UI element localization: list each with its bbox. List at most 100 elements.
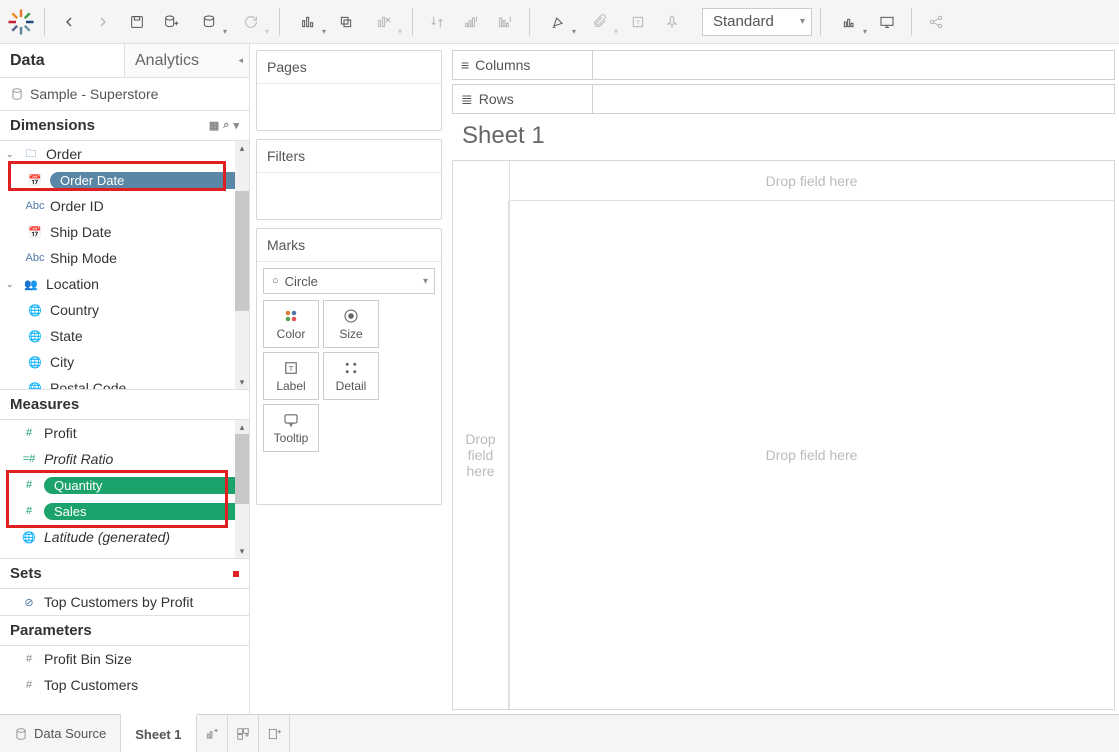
dimensions-list: ⌄🗀Order 📅Order Date AbcOrder ID 📅Ship Da… [0, 141, 249, 389]
field-ship-date[interactable]: 📅Ship Date [0, 219, 249, 245]
field-sales[interactable]: #Sales [0, 498, 249, 524]
field-profit[interactable]: #Profit [0, 420, 249, 446]
new-worksheet-tab[interactable] [197, 715, 228, 752]
filters-card[interactable]: Filters [256, 139, 442, 220]
datasource-label: Sample - Superstore [30, 86, 158, 102]
group-label: Order [46, 146, 82, 162]
field-latitude[interactable]: 🌐Latitude (generated) [0, 524, 249, 550]
field-postal-code[interactable]: 🌐Postal Code [0, 375, 249, 389]
field-label: Top Customers [44, 677, 138, 693]
new-dashboard-tab[interactable] [228, 715, 259, 752]
field-ship-mode[interactable]: AbcShip Mode [0, 245, 249, 271]
mark-tooltip-button[interactable]: Tooltip [263, 404, 319, 452]
pin-button[interactable] [656, 6, 688, 38]
rows-shelf[interactable]: ≣Rows [452, 84, 1115, 114]
rows-icon: ≣ [461, 91, 473, 108]
mark-color-button[interactable]: Color [263, 300, 319, 348]
highlight-button[interactable] [538, 6, 578, 38]
group-label: Location [46, 276, 99, 292]
field-profit-bin-param[interactable]: #Profit Bin Size [0, 646, 249, 672]
field-top-customers-set[interactable]: ⊘Top Customers by Profit [0, 589, 249, 615]
sheet-title[interactable]: Sheet 1 [452, 114, 1119, 160]
drop-rows-hint[interactable]: Drop field here [453, 201, 509, 709]
drop-columns-hint[interactable]: Drop field here [509, 161, 1114, 201]
sets-header: Sets [0, 558, 249, 589]
view-pane: ≡Columns ≣Rows Sheet 1 Drop field here D… [448, 44, 1119, 714]
refresh-button[interactable] [231, 6, 271, 38]
field-city[interactable]: 🌐City [0, 349, 249, 375]
view-icon[interactable]: ▦ [209, 119, 219, 132]
tab-data-label: Data [10, 52, 45, 70]
viz-canvas[interactable]: Drop field here Drop field here Drop fie… [452, 160, 1115, 710]
new-sheet-icon [205, 727, 219, 741]
dim-scrollbar[interactable]: ▴▾ [235, 141, 249, 389]
color-icon [282, 307, 300, 325]
field-label: Country [50, 302, 99, 318]
field-order-date[interactable]: 📅Order Date [0, 167, 249, 193]
tab-analytics[interactable]: Analytics◂ [124, 44, 249, 77]
new-datasource-button[interactable] [155, 6, 187, 38]
fit-selector[interactable]: Standard [702, 8, 812, 36]
datasource-item[interactable]: Sample - Superstore [0, 78, 249, 110]
new-story-icon [267, 727, 281, 741]
columns-drop-zone[interactable] [593, 51, 1114, 79]
globe-icon: 🌐 [26, 304, 44, 317]
scroll-down-icon[interactable]: ▾ [235, 375, 249, 389]
attach-button[interactable] [580, 6, 620, 38]
mark-btn-label: Detail [336, 379, 367, 393]
tab-data[interactable]: Data [0, 44, 124, 77]
tab-label: Sheet 1 [135, 727, 181, 742]
rows-drop-zone[interactable] [593, 85, 1114, 113]
forward-button[interactable] [87, 6, 119, 38]
save-button[interactable] [121, 6, 153, 38]
presentation-button[interactable] [871, 6, 903, 38]
labels-button[interactable]: T [622, 6, 654, 38]
mark-btn-label: Tooltip [274, 431, 309, 445]
field-label: Top Customers by Profit [44, 594, 193, 610]
mark-label-button[interactable]: TLabel [263, 352, 319, 400]
mark-detail-button[interactable]: Detail [323, 352, 379, 400]
red-marker-icon [233, 571, 239, 577]
field-label: Profit [44, 425, 77, 441]
scroll-thumb[interactable] [235, 434, 249, 504]
svg-text:T: T [289, 364, 294, 373]
menu-caret-icon[interactable]: ▾ [233, 119, 239, 132]
swap-button[interactable] [421, 6, 453, 38]
back-button[interactable] [53, 6, 85, 38]
number-icon: # [20, 479, 38, 491]
group-location[interactable]: ⌄👥Location [0, 271, 249, 297]
scroll-up-icon[interactable]: ▴ [235, 141, 249, 155]
show-me-button[interactable] [829, 6, 869, 38]
mark-size-button[interactable]: Size [323, 300, 379, 348]
field-label: City [50, 354, 74, 370]
scroll-thumb[interactable] [235, 191, 249, 311]
pages-card[interactable]: Pages [256, 50, 442, 131]
columns-shelf[interactable]: ≡Columns [452, 50, 1115, 80]
scroll-up-icon[interactable]: ▴ [235, 420, 249, 434]
field-quantity[interactable]: #Quantity [0, 472, 249, 498]
field-top-customers-param[interactable]: #Top Customers [0, 672, 249, 698]
autosave-button[interactable] [189, 6, 229, 38]
duplicate-sheet-button[interactable] [330, 6, 362, 38]
text-icon: Abc [26, 200, 44, 212]
group-order[interactable]: ⌄🗀Order [0, 141, 249, 167]
new-story-tab[interactable] [259, 715, 290, 752]
field-state[interactable]: 🌐State [0, 323, 249, 349]
field-country[interactable]: 🌐 Country [0, 297, 249, 323]
mark-type-selector[interactable]: Circle [263, 268, 435, 294]
sort-asc-button[interactable] [455, 6, 487, 38]
tab-sheet1[interactable]: Sheet 1 [121, 714, 196, 752]
sort-desc-button[interactable] [489, 6, 521, 38]
mea-scrollbar[interactable]: ▴▾ [235, 420, 249, 558]
clear-sheet-button[interactable] [364, 6, 404, 38]
measures-list: #Profit =#Profit Ratio #Quantity #Sales … [0, 420, 249, 558]
search-icon[interactable]: ⌕ [223, 119, 229, 132]
new-worksheet-button[interactable] [288, 6, 328, 38]
tab-datasource[interactable]: Data Source [0, 715, 121, 752]
field-profit-ratio[interactable]: =#Profit Ratio [0, 446, 249, 472]
scroll-down-icon[interactable]: ▾ [235, 544, 249, 558]
share-button[interactable] [920, 6, 952, 38]
drop-center-hint[interactable]: Drop field here [509, 201, 1114, 709]
hierarchy-icon: 👥 [22, 278, 40, 291]
field-order-id[interactable]: AbcOrder ID [0, 193, 249, 219]
